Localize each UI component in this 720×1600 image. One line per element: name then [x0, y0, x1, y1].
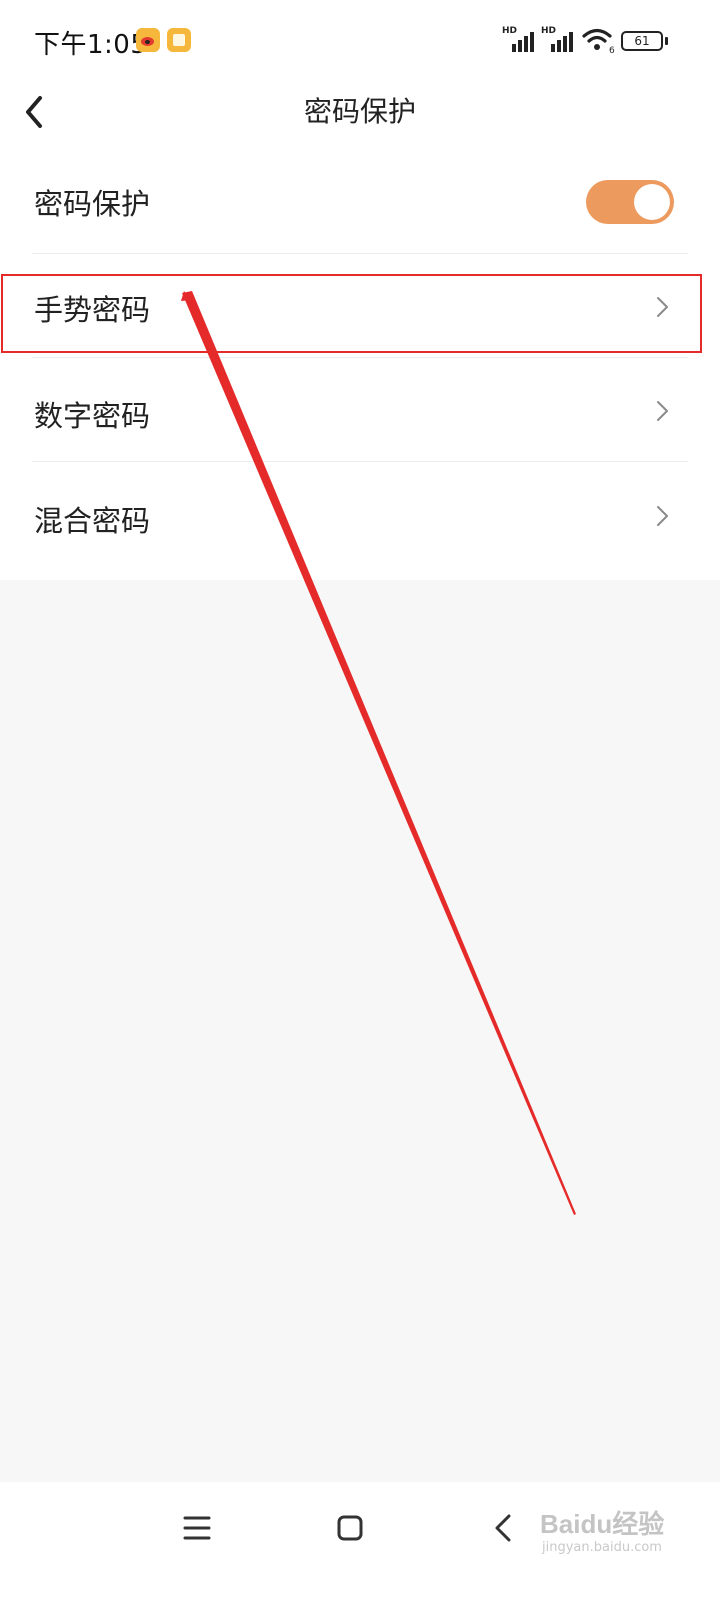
wifi-sub-label: 6 [609, 46, 615, 54]
password-protection-toggle[interactable] [586, 180, 674, 224]
mixed-password-row[interactable]: 混合密码 [0, 462, 720, 566]
password-protection-label: 密码保护 [34, 187, 151, 221]
navigation-bar: Baidu经验 jingyan.baidu.com [0, 1482, 720, 1600]
baidu-watermark: Baidu经验 jingyan.baidu.com [540, 1504, 710, 1564]
wifi-icon: 6 [582, 28, 615, 54]
digital-password-row[interactable]: 数字密码 [0, 358, 720, 462]
chevron-right-icon [657, 506, 668, 526]
battery-cap [665, 37, 668, 45]
signal-hd-label: HD [541, 26, 557, 36]
back-icon[interactable] [480, 1504, 528, 1552]
status-bar: 下午1:05 HD HD 6 61 [0, 0, 720, 80]
mixed-password-label: 混合密码 [34, 504, 151, 538]
status-time: 下午1:05 [34, 30, 148, 60]
digital-password-label: 数字密码 [34, 399, 151, 433]
cellular-signal-icon: HD [541, 26, 575, 52]
menu-icon[interactable] [173, 1504, 221, 1552]
page-title: 密码保护 [303, 95, 416, 128]
home-icon[interactable] [326, 1504, 374, 1552]
signal-hd-label: HD [502, 26, 518, 36]
highlight-box [1, 274, 702, 353]
battery-level: 61 [634, 34, 650, 48]
header: 密码保护 [0, 80, 720, 136]
cellular-signal-icon: HD [502, 26, 536, 52]
battery-icon: 61 [621, 31, 663, 51]
notes-notification-icon [167, 28, 191, 52]
watermark-sub: jingyan.baidu.com [542, 1540, 662, 1555]
chevron-right-icon [657, 401, 668, 421]
watermark-main: Baidu经验 [540, 1509, 665, 1539]
weibo-notification-icon [136, 28, 160, 52]
toggle-knob [634, 184, 670, 220]
